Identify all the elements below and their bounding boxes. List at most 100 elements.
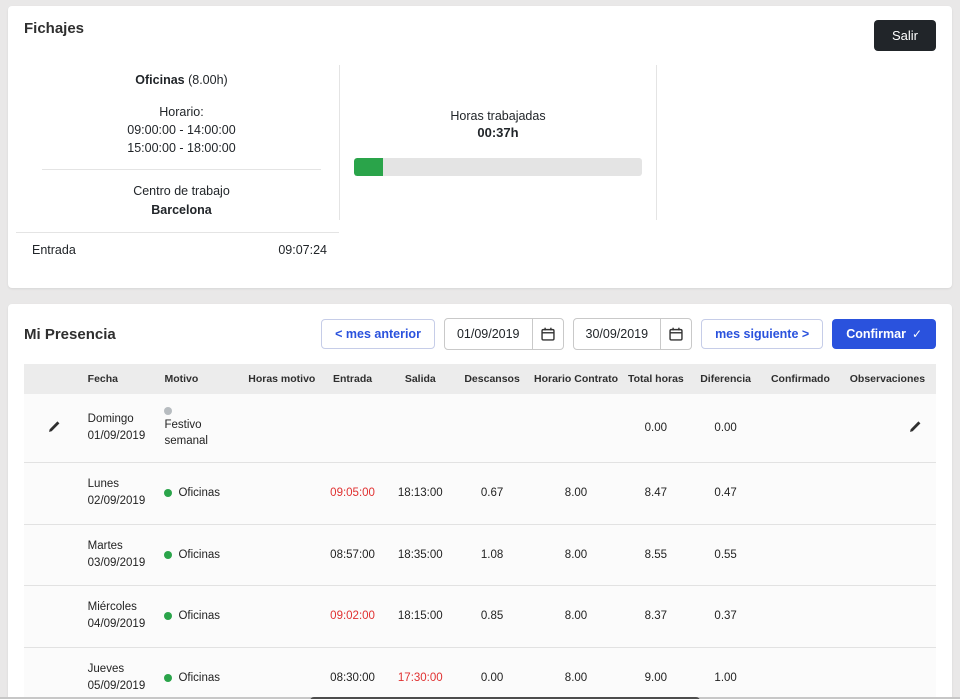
cell-horas-motivo [244,647,319,699]
fecha-cell: Domingo 01/09/2019 [85,394,162,463]
next-month-button[interactable]: mes siguiente > [701,319,823,349]
cell-total: 9.00 [623,647,690,699]
cell-salida: 18:35:00 [386,524,455,586]
observaciones-cell [839,647,936,699]
date-from-value: 01/09/2019 [445,327,532,341]
cell-horario [529,394,622,463]
cell-salida: 18:15:00 [386,586,455,648]
confirm-button[interactable]: Confirmar ✓ [832,319,936,349]
cell-horas-motivo [244,586,319,648]
row-date: 04/09/2019 [88,616,159,633]
cell-total: 8.47 [623,463,690,525]
column-header: Observaciones [839,364,936,394]
column-header: Salida [386,364,455,394]
cell-descansos: 0.00 [455,647,530,699]
cell-entrada [319,394,386,463]
motivo-dot [164,674,172,682]
calendar-icon[interactable] [532,319,563,349]
work-center-block: Centro de trabajo Barcelona [24,182,339,220]
cell-horario: 8.00 [529,586,622,648]
cell-diferencia: 0.55 [689,524,762,586]
motivo-dot [164,612,172,620]
row-day: Martes [88,538,159,555]
column-header: Entrada [319,364,386,394]
row-day: Lunes [88,476,159,493]
cell-confirmado [762,463,839,525]
cell-total: 8.55 [623,524,690,586]
salir-button[interactable]: Salir [874,20,936,51]
cell-salida: 18:13:00 [386,463,455,525]
fecha-cell: Jueves 05/09/2019 [85,647,162,699]
cell-salida [386,394,455,463]
row-date: 02/09/2019 [88,493,159,510]
cell-horario: 8.00 [529,463,622,525]
edit-observaciones-icon[interactable] [908,420,922,434]
motivo-cell: Oficinas [161,463,244,525]
date-from-field[interactable]: 01/09/2019 [444,318,564,350]
motivo-cell: Oficinas [161,647,244,699]
schedule-panel: Oficinas (8.00h) Horario: 09:00:00 - 14:… [24,65,339,220]
cell-horario: 8.00 [529,524,622,586]
date-to-value: 30/09/2019 [574,327,661,341]
entrada-row: Entrada 09:07:24 [16,232,339,267]
cell-confirmado [762,586,839,648]
motivo-cell: Festivo semanal [161,394,244,463]
cell-diferencia: 0.37 [689,586,762,648]
row-date: 01/09/2019 [88,428,159,445]
edit-column-header [24,364,85,394]
cell-horario: 8.00 [529,647,622,699]
table-row: Miércoles 04/09/2019 Oficinas 09:02:00 1… [24,586,936,648]
presencia-table: FechaMotivoHoras motivoEntradaSalidaDesc… [24,364,936,699]
date-to-field[interactable]: 30/09/2019 [573,318,693,350]
cell-descansos: 1.08 [455,524,530,586]
cell-descansos [455,394,530,463]
motivo-cell: Oficinas [161,586,244,648]
horario-line-2: 15:00:00 - 18:00:00 [24,139,339,157]
column-header: Fecha [85,364,162,394]
cell-descansos: 0.85 [455,586,530,648]
cell-confirmado [762,524,839,586]
fichajes-title: Fichajes [24,20,84,37]
presencia-card: Mi Presencia < mes anterior 01/09/2019 3… [8,304,952,699]
calendar-icon[interactable] [660,319,691,349]
row-day: Domingo [88,411,159,428]
cell-entrada: 08:30:00 [319,647,386,699]
observaciones-cell [839,394,936,463]
schedule-hours-block: Horario: 09:00:00 - 14:00:00 15:00:00 - … [24,103,339,157]
worked-hours-label: Horas trabajadas [450,109,545,123]
cell-total: 0.00 [623,394,690,463]
column-header: Total horas [623,364,690,394]
worked-hours-panel: Horas trabajadas 00:37h [339,65,657,220]
worked-hours-value: 00:37h [477,125,518,140]
fecha-cell: Lunes 02/09/2019 [85,463,162,525]
confirm-label: Confirmar [846,327,906,341]
motivo-cell: Oficinas [161,524,244,586]
check-icon: ✓ [912,327,922,341]
motivo-label: Oficinas [178,610,220,622]
cell-diferencia: 1.00 [689,647,762,699]
edit-row-icon[interactable] [47,420,61,434]
motivo-dot [164,551,172,559]
empty-panel [657,65,936,220]
table-row: Jueves 05/09/2019 Oficinas 08:30:00 17:3… [24,647,936,699]
column-header: Horario Contrato [529,364,622,394]
cell-descansos: 0.67 [455,463,530,525]
schedule-name: Oficinas [135,73,184,87]
observaciones-cell [839,524,936,586]
column-header: Confirmado [762,364,839,394]
table-row: Martes 03/09/2019 Oficinas 08:57:00 18:3… [24,524,936,586]
motivo-label: Oficinas [178,549,220,561]
row-day: Miércoles [88,599,159,616]
prev-month-button[interactable]: < mes anterior [321,319,435,349]
motivo-label: Oficinas [178,672,220,684]
entrada-time: 09:07:24 [278,243,327,257]
fichajes-card: Fichajes Salir Oficinas (8.00h) Horario:… [8,6,952,288]
cell-entrada: 08:57:00 [319,524,386,586]
row-date: 03/09/2019 [88,555,159,572]
motivo-dot [164,407,172,415]
cell-diferencia: 0.47 [689,463,762,525]
fecha-cell: Martes 03/09/2019 [85,524,162,586]
cell-entrada: 09:05:00 [319,463,386,525]
observaciones-cell [839,586,936,648]
cell-horas-motivo [244,394,319,463]
